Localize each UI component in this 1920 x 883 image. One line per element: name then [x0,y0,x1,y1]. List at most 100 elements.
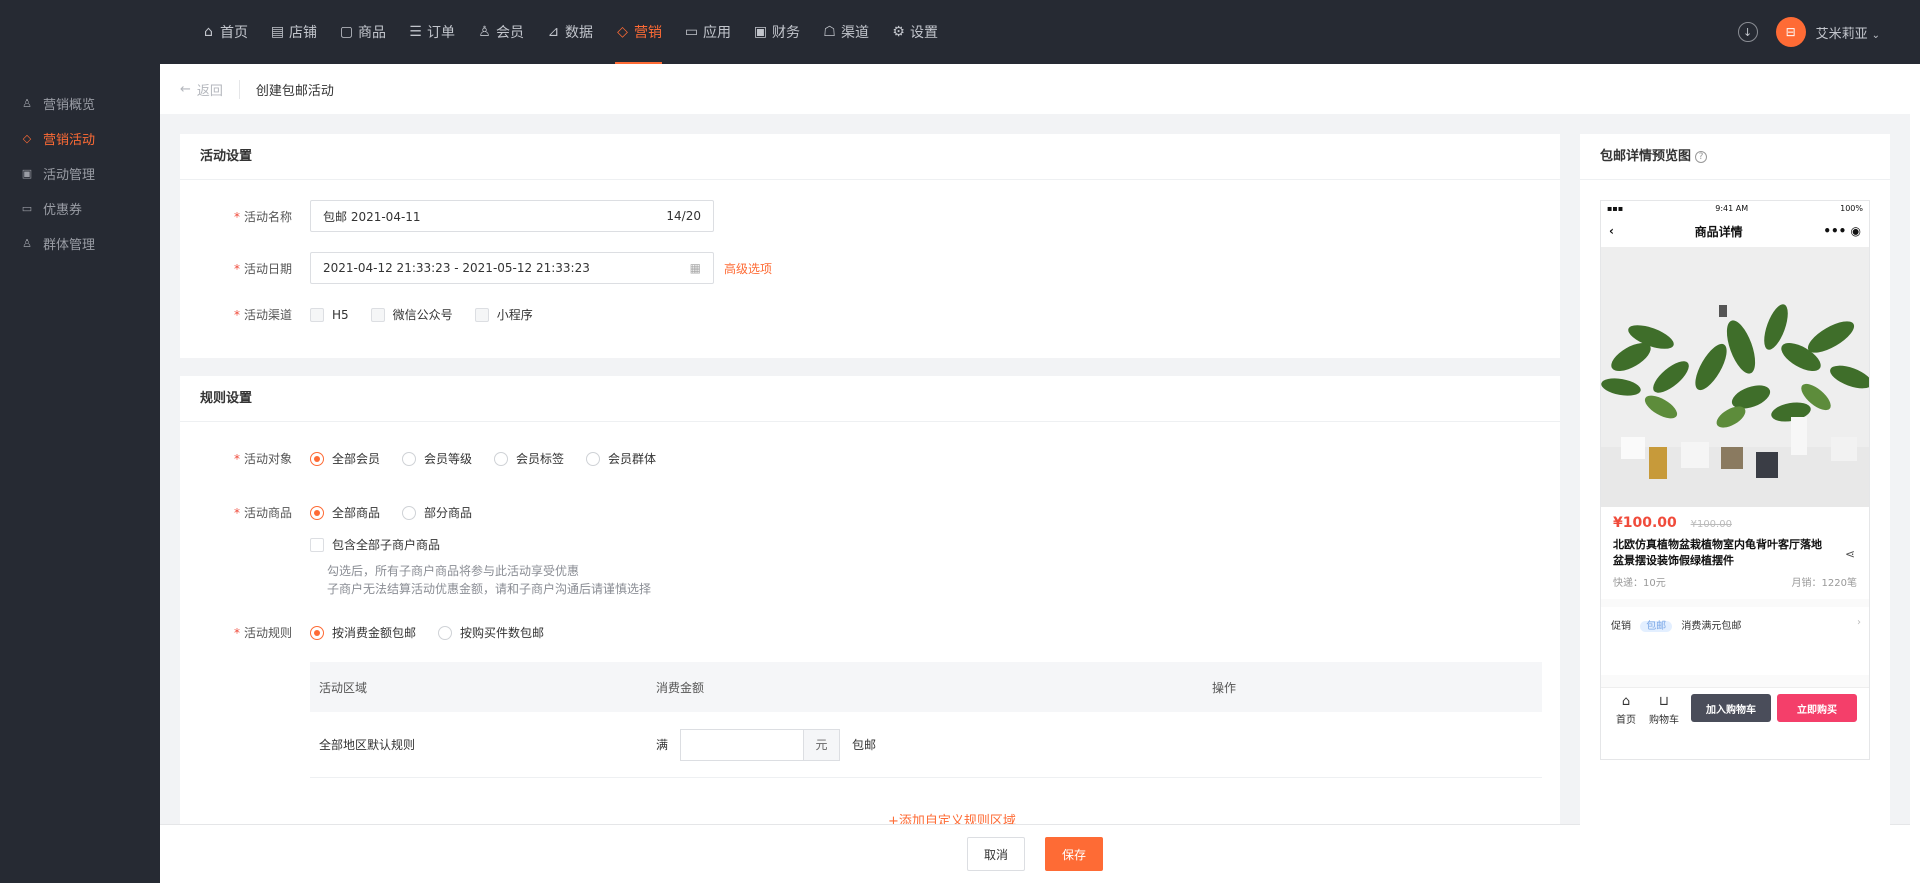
sidebar-item-activity[interactable]: ◇ 营销活动 [0,121,160,156]
goods-partial-radio[interactable]: 部分商品 [402,504,472,521]
gear-icon: ⚙ [892,24,905,40]
chevron-down-icon: ⌄ [1871,29,1880,41]
home-icon: ⌂ [204,24,213,40]
section-title: 规则设置 [180,376,1560,422]
monthly-sales: 月销：1220笔 [1791,578,1857,589]
field-label: 活动名称 [243,209,292,224]
avatar[interactable]: ⊟ [1775,17,1806,47]
phone-navbar: ‹ 商品详情 ••• ◉ [1601,215,1869,247]
target-level-radio[interactable]: 会员等级 [402,450,472,467]
main-nav: ⌂ 首页 ▤ 店铺 ▢ 商品 ☰ 订单 ♙ 会员 ⊿ 数据 ◇ 营销 ▭ 应用 ▣ 财务 ☖ 渠道 … [190,0,949,64]
more-icon: ••• ◉ [1823,224,1861,238]
help-icon[interactable]: ? [1695,150,1708,163]
store-icon: ⌂ [1621,694,1631,709]
top-navbar: ⌂ 首页 ▤ 店铺 ▢ 商品 ☰ 订单 ♙ 会员 ⊿ 数据 ◇ 营销 ▭ 应用 ▣ 财务 ☖ 渠道 … [0,0,1920,64]
nav-marketing[interactable]: ◇ 营销 [604,0,673,64]
nav-app[interactable]: ▭ 应用 [673,0,742,64]
activity-settings-card: 活动设置 * 活动名称 包邮 2021-04-11 14/20 * 活动日期 202… [180,134,1560,358]
product-image [1601,247,1869,507]
phone-preview: ▪▪▪ 9:41 AM 100% ‹ 商品详情 ••• ◉ ¥100.00 ¥1… [1600,200,1870,760]
channel-icon: ☖ [823,24,836,40]
name-row: * 活动名称 包邮 2021-04-11 14/20 [180,200,714,232]
nav-data[interactable]: ⊿ 数据 [535,0,604,64]
plant-image [1601,247,1869,507]
signal-icon: ▪▪▪ [1607,203,1624,213]
include-sub-merchant-checkbox[interactable]: 包含全部子商户商品 [310,536,440,553]
back-button[interactable]: ← 返回 [180,79,240,99]
nav-order[interactable]: ☰ 订单 [397,0,466,64]
target-row: * 活动对象 全部会员 会员等级 会员标签 会员群体 [233,450,657,467]
preview-panel: 包邮详情预览图? ▪▪▪ 9:41 AM 100% ‹ 商品详情 ••• ◉ ¥… [1580,134,1890,883]
goods-row: * 活动商品 全部商品 部分商品 [233,504,473,521]
price-block: ¥100.00 ¥100.00 北欧仿真植物盆栽植物室内龟背叶客厅落地盆景摆设装… [1601,507,1869,599]
target-group-radio[interactable]: 会员群体 [586,450,656,467]
member-icon: ♙ [22,97,32,110]
section-title: 活动设置 [180,134,1560,180]
char-counter: 14/20 [666,209,701,223]
target-all-radio[interactable]: 全部会员 [310,450,380,467]
promo-tag: 包邮 [1640,621,1673,632]
nav-home[interactable]: ⌂ 首页 [190,0,259,64]
advanced-options-link[interactable]: 高级选项 [724,260,772,277]
shipping-fee: 快递：10元 [1613,578,1666,589]
amount-input[interactable]: 元 [680,728,841,761]
table-row: 全部地区默认规则 满 元 包邮 [310,712,1542,778]
goods-all-radio[interactable]: 全部商品 [310,504,380,521]
sidebar: ♙ 营销概览 ◇ 营销活动 ▣ 活动管理 ▭ 优惠券 ♙ 群体管理 [0,64,160,883]
chevron-right-icon: › [1857,617,1861,628]
product-name: 北欧仿真植物盆栽植物室内龟背叶客厅落地盆景摆设装饰假绿植摆件 [1613,538,1822,567]
nav-channel[interactable]: ☖ 渠道 [811,0,880,64]
arrow-left-icon: ← [180,81,191,97]
nav-finance[interactable]: ▣ 财务 [742,0,811,64]
original-price: ¥100.00 [1690,519,1732,530]
product-icon: ▢ [339,24,354,40]
bottom-home: ⌂ 首页 [1616,694,1636,726]
member-icon: ♙ [478,24,491,40]
buy-now-button: 立即购买 [1777,694,1857,722]
table-header: 活动区域 消费金额 操作 [310,662,1542,712]
channel-miniapp-checkbox[interactable]: 小程序 [474,306,533,323]
nav-member[interactable]: ♙ 会员 [466,0,535,64]
user-menu[interactable]: 艾米莉亚 ⌄ [1816,23,1880,42]
date-row: * 活动日期 2021-04-12 21:33:23 - 2021-05-12 2… [180,252,772,284]
include-sub-row: 包含全部子商户商品 [310,536,462,553]
page-title: 创建包邮活动 [255,83,334,99]
nav-product[interactable]: ▢ 商品 [328,0,397,64]
sidebar-item-group[interactable]: ♙ 群体管理 [0,226,160,261]
cancel-button[interactable]: 取消 [966,837,1025,871]
tag-icon: ◇ [22,132,32,145]
preview-title: 包邮详情预览图? [1580,134,1890,180]
cart-icon: ⊔ [1658,694,1670,709]
add-to-cart-button: 加入购物车 [1691,694,1771,722]
channel-wechat-checkbox[interactable]: 微信公众号 [370,306,453,323]
sidebar-item-coupon[interactable]: ▭ 优惠券 [0,191,160,226]
date-range-picker[interactable]: 2021-04-12 21:33:23 - 2021-05-12 21:33:2… [310,252,714,284]
sidebar-item-overview[interactable]: ♙ 营销概览 [0,86,160,121]
phone-bottom-bar: ⌂ 首页 ⊔ 购物车 加入购物车 立即购买 [1601,687,1869,759]
chart-icon: ⊿ [547,24,560,40]
shipping-rule-table: 活动区域 消费金额 操作 全部地区默认规则 满 元 包邮 [310,662,1542,778]
channel-row: * 活动渠道 H5 微信公众号 小程序 [233,306,533,323]
rule-settings-card: 规则设置 * 活动对象 全部会员 会员等级 会员标签 会员群体 * 活动商品 全部商… [180,376,1560,829]
save-button[interactable]: 保存 [1045,837,1104,871]
order-icon: ☰ [409,24,422,40]
download-icon[interactable]: ↓ [1737,22,1758,42]
target-tag-radio[interactable]: 会员标签 [494,450,564,467]
rule-row: * 活动规则 按消费金额包邮 按购买件数包邮 [233,624,545,641]
back-icon: ‹ [1609,224,1614,238]
nav-shop[interactable]: ▤ 店铺 [259,0,328,64]
rule-amount-radio[interactable]: 按消费金额包邮 [310,624,416,641]
sub-merchant-hint: 勾选后，所有子商户商品将参与此活动享受优惠 子商户无法结算活动优惠金额，请和子商… [327,564,652,596]
bottom-cart: ⊔ 购物车 [1649,694,1679,726]
price: ¥100.00 [1613,515,1677,531]
phone-statusbar: ▪▪▪ 9:41 AM 100% [1601,201,1869,215]
user-area: ↓ ⊟ 艾米莉亚 ⌄ [1737,0,1880,64]
channel-h5-checkbox[interactable]: H5 [310,307,349,322]
share-icon: ⋖ [1844,547,1855,561]
member-icon: ♙ [22,237,32,250]
sidebar-item-manage[interactable]: ▣ 活动管理 [0,156,160,191]
rule-quantity-radio[interactable]: 按购买件数包邮 [438,624,544,641]
grid-icon: ▣ [21,167,33,180]
activity-name-input[interactable]: 包邮 2021-04-11 14/20 [310,200,714,232]
nav-settings[interactable]: ⚙ 设置 [880,0,949,64]
